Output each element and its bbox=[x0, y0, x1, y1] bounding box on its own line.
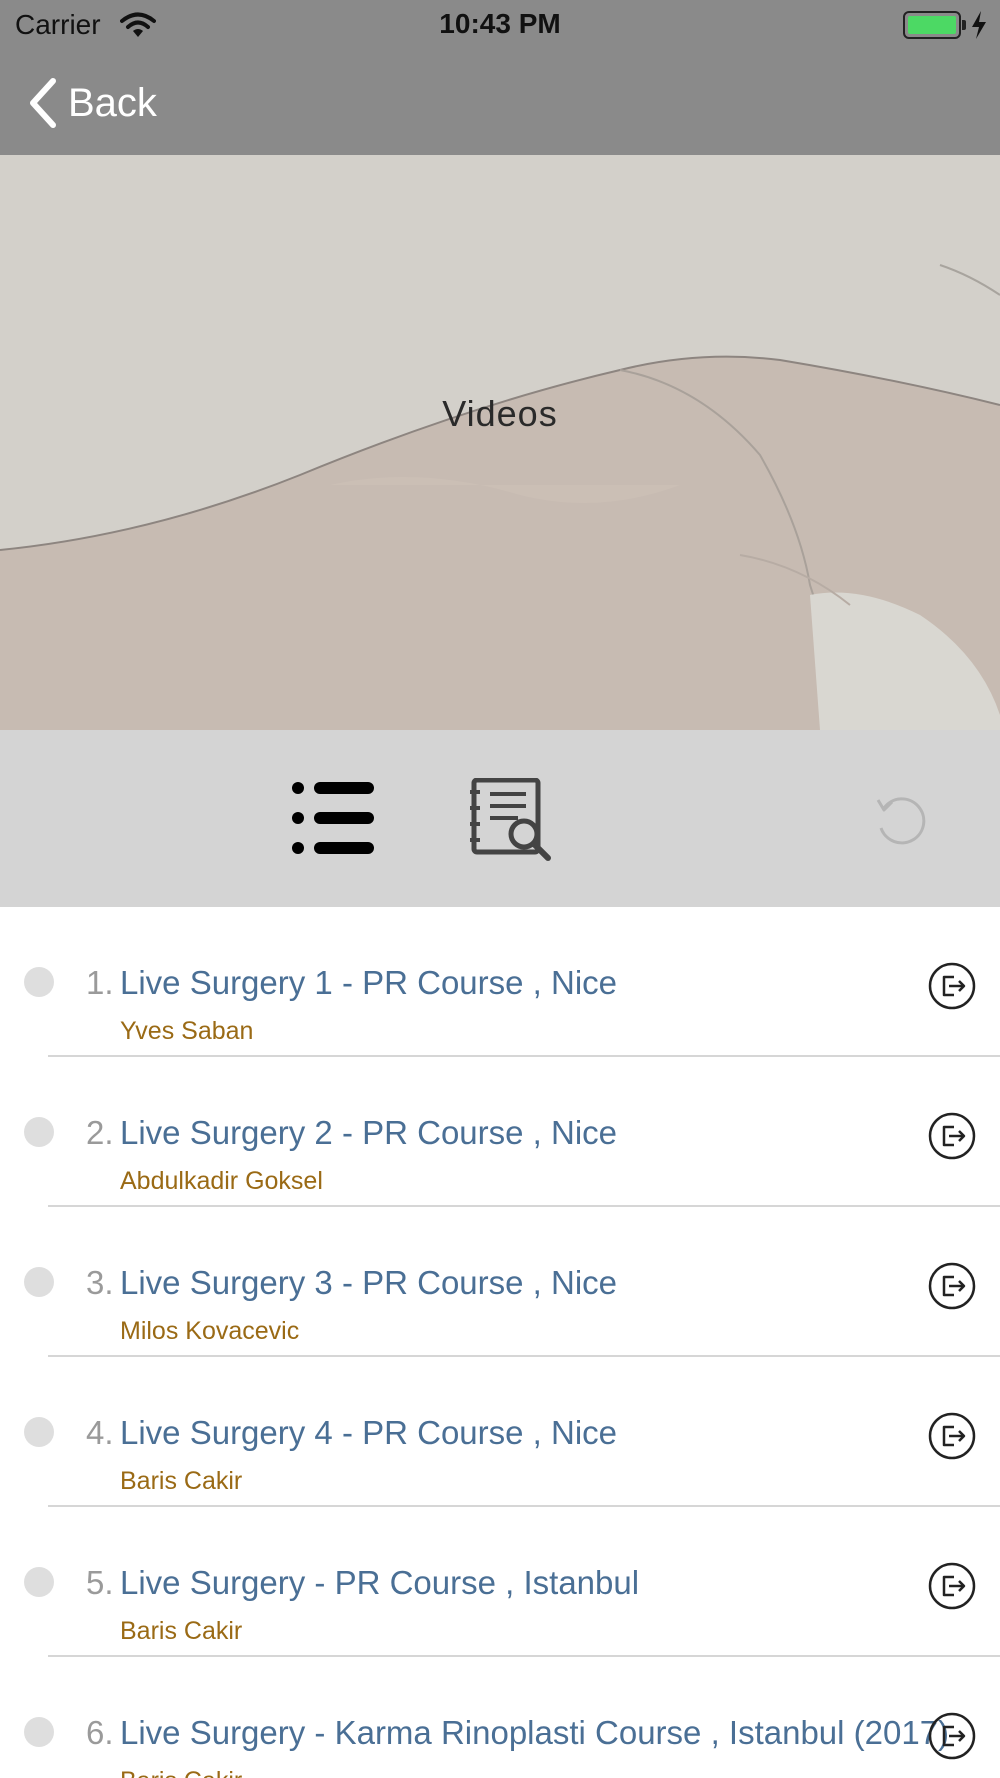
video-list: 1. Live Surgery 1 - PR Course , Nice Yves … bbox=[0, 907, 1000, 1778]
video-title[interactable]: Live Surgery - PR Course , Istanbul bbox=[120, 1564, 639, 1602]
video-author: Baris Cakir bbox=[120, 1617, 243, 1645]
status-dot bbox=[24, 1417, 54, 1447]
list-item[interactable]: 6. Live Surgery - Karma Rinoplasti Course… bbox=[0, 1657, 1000, 1778]
status-dot bbox=[24, 967, 54, 997]
status-bar: Carrier 10:43 PM bbox=[0, 0, 1000, 50]
list-item[interactable]: 1. Live Surgery 1 - PR Course , Nice Yves … bbox=[0, 907, 1000, 1057]
list-icon[interactable] bbox=[290, 780, 376, 856]
list-item[interactable]: 3. Live Surgery 3 - PR Course , Nice Milos… bbox=[0, 1207, 1000, 1357]
view-toolbar bbox=[0, 730, 1000, 907]
video-title[interactable]: Live Surgery 2 - PR Course , Nice bbox=[120, 1114, 617, 1152]
status-dot bbox=[24, 1567, 54, 1597]
charging-bolt-icon bbox=[972, 11, 986, 39]
video-author: Yves Saban bbox=[120, 1017, 254, 1045]
video-title[interactable]: Live Surgery 4 - PR Course , Nice bbox=[120, 1414, 617, 1452]
refresh-icon[interactable] bbox=[872, 790, 932, 850]
open-external-icon[interactable] bbox=[928, 1562, 976, 1610]
battery-level bbox=[908, 16, 956, 34]
item-index: 5. bbox=[86, 1564, 114, 1601]
list-item[interactable]: 2. Live Surgery 2 - PR Course , Nice Abdul… bbox=[0, 1057, 1000, 1207]
video-author: Milos Kovacevic bbox=[120, 1317, 300, 1345]
chevron-left-icon bbox=[30, 78, 56, 128]
video-title[interactable]: Live Surgery 3 - PR Course , Nice bbox=[120, 1264, 617, 1302]
battery-nub bbox=[962, 20, 966, 30]
video-author: Baris Cakir bbox=[120, 1467, 243, 1495]
open-external-icon[interactable] bbox=[928, 962, 976, 1010]
item-index: 1. bbox=[86, 964, 114, 1001]
navigation-bar: Back bbox=[0, 50, 1000, 155]
list-item[interactable]: 5. Live Surgery - PR Course , Istanbul Bar… bbox=[0, 1507, 1000, 1657]
back-button[interactable]: Back bbox=[28, 75, 157, 131]
video-title[interactable]: Live Surgery 1 - PR Course , Nice bbox=[120, 964, 617, 1002]
video-author: Abdulkadir Goksel bbox=[120, 1167, 323, 1195]
hero-background-image bbox=[0, 155, 1000, 730]
status-time: 10:43 PM bbox=[439, 8, 561, 39]
back-label: Back bbox=[68, 80, 157, 125]
item-index: 2. bbox=[86, 1114, 114, 1151]
open-external-icon[interactable] bbox=[928, 1412, 976, 1460]
item-index: 6. bbox=[86, 1714, 114, 1751]
hero-banner: Videos bbox=[0, 155, 1000, 730]
open-external-icon[interactable] bbox=[928, 1262, 976, 1310]
status-dot bbox=[24, 1117, 54, 1147]
item-index: 4. bbox=[86, 1414, 114, 1451]
status-dot bbox=[24, 1717, 54, 1747]
open-external-icon[interactable] bbox=[928, 1712, 976, 1760]
battery-icon bbox=[903, 11, 961, 39]
video-title[interactable]: Live Surgery - Karma Rinoplasti Course ,… bbox=[120, 1714, 949, 1752]
open-external-icon[interactable] bbox=[928, 1112, 976, 1160]
page-title: Videos bbox=[442, 393, 558, 434]
list-item[interactable]: 4. Live Surgery 4 - PR Course , Nice Baris… bbox=[0, 1357, 1000, 1507]
video-author: Baris Cakir bbox=[120, 1767, 242, 1778]
status-dot bbox=[24, 1267, 54, 1297]
catalog-search-icon[interactable] bbox=[468, 778, 554, 864]
item-index: 3. bbox=[86, 1264, 114, 1301]
